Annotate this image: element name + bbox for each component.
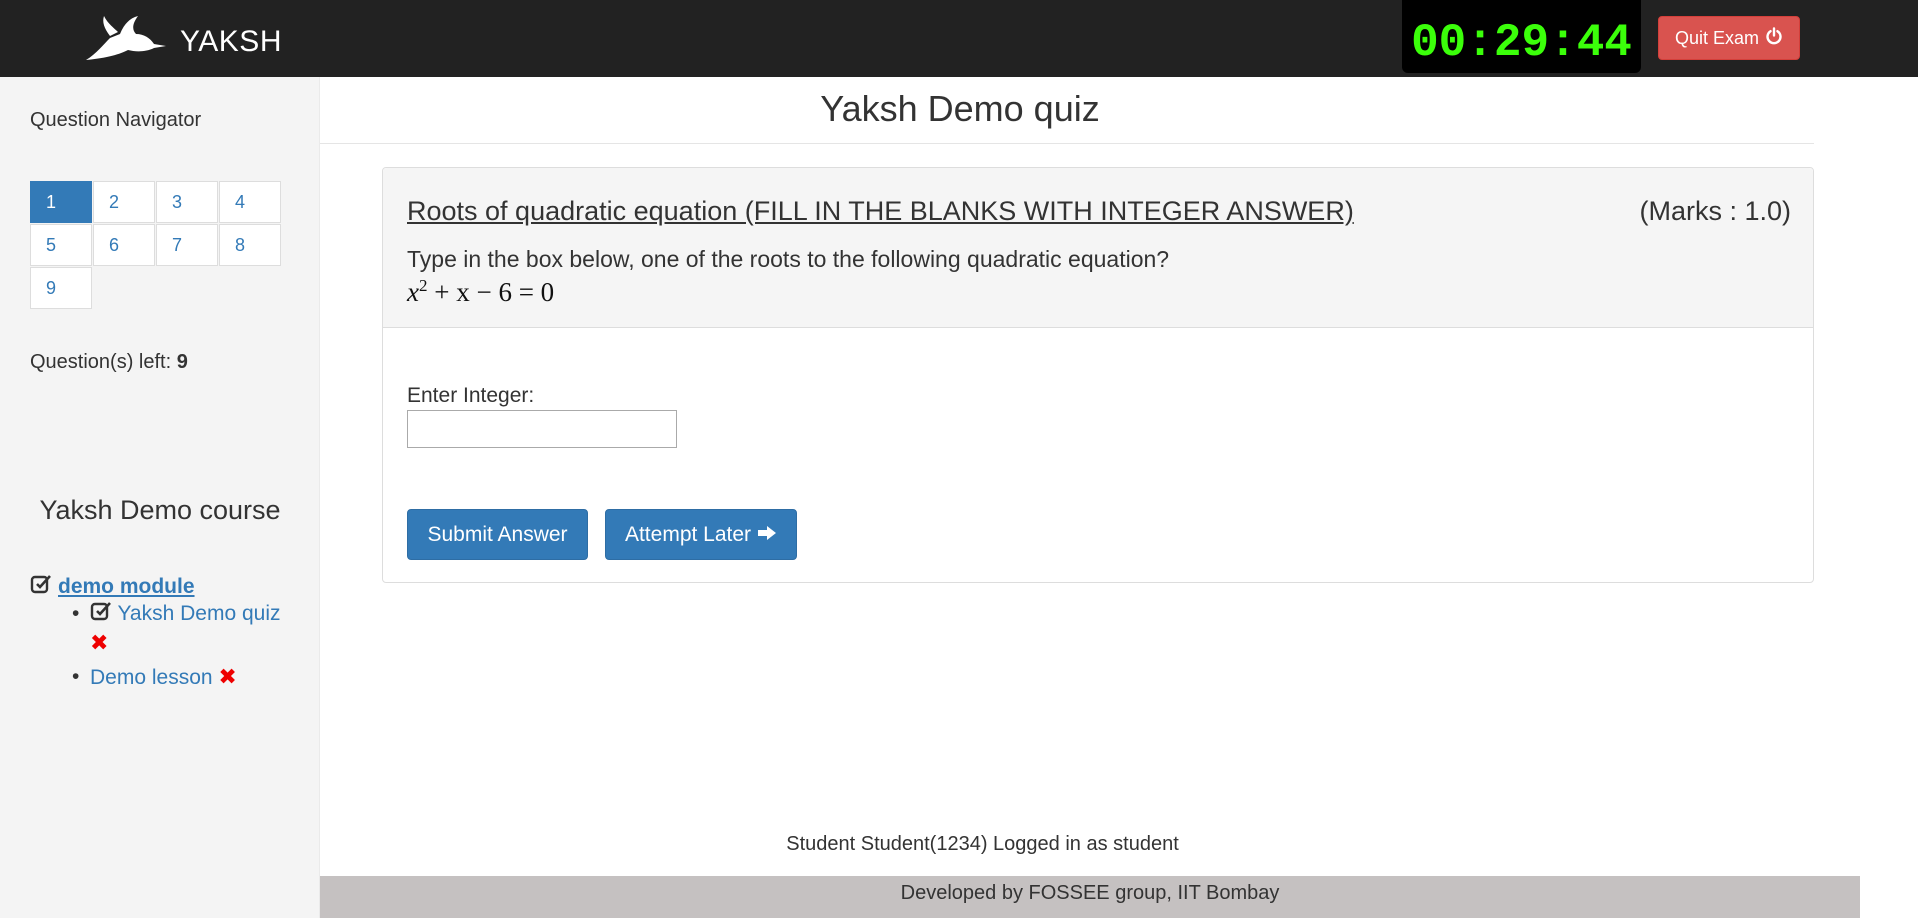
equation-base: x <box>407 277 419 307</box>
question-text: Type in the box below, one of the roots … <box>407 246 1170 272</box>
question-nav-5[interactable]: 5 <box>30 224 92 266</box>
question-title: Roots of quadratic equation (FILL IN THE… <box>407 196 1354 226</box>
brand[interactable]: YAKSH <box>80 14 282 69</box>
not-completed-icon: ✖ <box>90 630 109 655</box>
footer: Developed by FOSSEE group, IIT Bombay <box>320 876 1860 918</box>
sidebar: Question Navigator 1 2 3 4 5 6 7 8 9 Que… <box>0 77 320 918</box>
lesson-link[interactable]: Demo lesson <box>90 666 213 689</box>
divider <box>320 143 1814 144</box>
question-header: Roots of quadratic equation (FILL IN THE… <box>383 168 1813 328</box>
questions-left: Question(s) left: 9 <box>30 351 188 374</box>
attempt-later-label: Attempt Later <box>624 522 752 546</box>
page-title: Yaksh Demo quiz <box>820 88 1100 129</box>
module-link[interactable]: demo module <box>58 575 195 599</box>
quit-exam-button[interactable]: Quit Exam <box>1658 16 1800 60</box>
equation-rest: + x − 6 = 0 <box>434 277 555 307</box>
brand-name: YAKSH <box>180 24 282 58</box>
exam-timer: 00:29:44 <box>1402 0 1641 73</box>
attempt-later-button[interactable]: Attempt Later <box>605 509 797 560</box>
logged-in-status: Student Student(1234) Logged in as stude… <box>786 833 1179 855</box>
question-nav-7[interactable]: 7 <box>156 224 218 266</box>
question-nav-1[interactable]: 1 <box>30 181 92 223</box>
submit-answer-button[interactable]: Submit Answer <box>407 509 588 560</box>
question-nav-6[interactable]: 6 <box>93 224 155 266</box>
question-panel: Roots of quadratic equation (FILL IN THE… <box>382 167 1814 583</box>
question-nav-4[interactable]: 4 <box>219 181 281 223</box>
questions-left-label: Question(s) left: <box>30 351 172 373</box>
arrow-right-icon <box>757 523 777 547</box>
module-items: Yaksh Demo quiz ✖ Demo lesson ✖ <box>72 600 312 697</box>
question-marks: (Marks : 1.0) <box>1639 196 1791 226</box>
list-item: Yaksh Demo quiz ✖ <box>72 600 312 657</box>
top-navbar: YAKSH 00:29:44 Quit Exam <box>0 0 1918 77</box>
quit-exam-label: Quit Exam <box>1674 27 1760 48</box>
crane-logo-icon <box>80 14 170 69</box>
integer-answer-input[interactable] <box>407 410 677 448</box>
equation-exponent: 2 <box>418 276 428 295</box>
questions-left-count: 9 <box>176 351 188 373</box>
answer-label: Enter Integer: <box>407 384 535 407</box>
quiz-link[interactable]: Yaksh Demo quiz <box>117 602 280 625</box>
edit-icon <box>30 573 52 601</box>
question-nav-2[interactable]: 2 <box>93 181 155 223</box>
question-navigator-title: Question Navigator <box>30 109 202 131</box>
power-icon <box>1759 26 1783 50</box>
question-equation: x2 + x − 6 = 0 <box>407 276 554 308</box>
edit-icon <box>90 600 112 629</box>
question-nav-3[interactable]: 3 <box>156 181 218 223</box>
module-heading: demo module <box>30 573 195 601</box>
list-item: Demo lesson ✖ <box>72 663 312 691</box>
question-nav-9[interactable]: 9 <box>30 267 92 309</box>
question-nav-8[interactable]: 8 <box>219 224 281 266</box>
course-title: Yaksh Demo course <box>39 495 281 525</box>
not-completed-icon: ✖ <box>218 664 237 689</box>
